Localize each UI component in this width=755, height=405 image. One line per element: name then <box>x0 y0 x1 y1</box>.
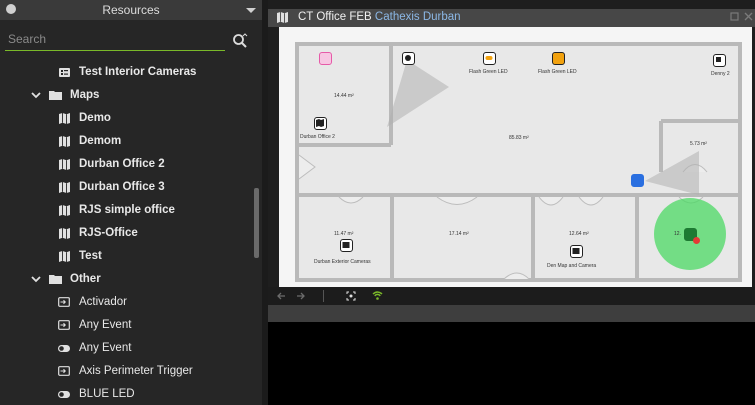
event-icon <box>57 318 71 332</box>
folder-icon <box>48 272 62 286</box>
search-input[interactable] <box>5 28 225 50</box>
tree-item-label: Activador <box>79 296 127 308</box>
map-icon <box>57 249 71 263</box>
camera-group-icon <box>57 65 71 79</box>
map-toolbar <box>268 287 755 305</box>
back-arrow-icon[interactable] <box>276 291 286 301</box>
tree-item-label: Durban Office 2 <box>79 158 165 170</box>
tree-item-map-rjs-simple-office[interactable]: RJS simple office <box>57 199 175 221</box>
room-area-label: 85.83 m² <box>509 135 529 141</box>
map-title: CT Office FEB <box>298 11 372 23</box>
close-icon[interactable] <box>744 12 753 21</box>
tree-item-label: Demom <box>79 135 122 147</box>
fit-to-screen-icon[interactable] <box>346 291 356 301</box>
tree-folder-other[interactable]: Other <box>30 268 101 290</box>
tree-item-any-event[interactable]: Any Event <box>57 314 131 336</box>
search-field[interactable] <box>5 28 225 51</box>
event-icon <box>57 364 71 378</box>
led-icon[interactable] <box>552 52 565 65</box>
resources-panel: Resources Test Interior Cameras Maps <box>0 0 262 405</box>
wifi-signal-icon[interactable] <box>372 290 383 301</box>
tree-item-map-durban-office-3[interactable]: Durban Office 3 <box>57 176 165 198</box>
chevron-down-icon[interactable] <box>30 89 42 101</box>
maximize-icon[interactable] <box>730 12 739 21</box>
camera-icon[interactable] <box>631 174 644 187</box>
video-panel-header <box>268 305 755 322</box>
tree-item-label: BLUE LED <box>79 388 135 400</box>
room-area-label: 11.47 m² <box>334 231 354 237</box>
device-label: Flash Green LED <box>469 69 508 75</box>
map-window-header: CT Office FEB Cathexis Durban <box>268 9 755 27</box>
map-icon <box>57 111 71 125</box>
resources-title: Resources <box>102 3 160 17</box>
alarm-badge-icon <box>693 237 700 244</box>
tree-item-label: Maps <box>70 89 100 101</box>
tree-item-label: Test <box>79 250 102 262</box>
camera-group-icon[interactable] <box>340 239 353 252</box>
video-panel[interactable] <box>268 322 755 405</box>
tree-item-map-durban-office-2[interactable]: Durban Office 2 <box>57 153 165 175</box>
tree-item-label: Any Event <box>79 319 132 331</box>
tree-item-test-interior-cameras[interactable]: Test Interior Cameras <box>57 61 196 83</box>
dome-camera-icon[interactable] <box>402 52 415 65</box>
toggle-icon <box>57 341 71 355</box>
chevron-down-icon[interactable] <box>30 273 42 285</box>
map-icon <box>57 226 71 240</box>
device-label: Flash Green LED <box>538 69 577 75</box>
device-label: Den Map and Camera <box>547 263 597 269</box>
room-area-label: 5.73 m² <box>690 141 707 147</box>
tree-item-map-demo[interactable]: Demo <box>57 107 111 129</box>
led-icon[interactable] <box>483 52 496 65</box>
forward-arrow-icon[interactable] <box>296 291 306 301</box>
search-icon[interactable] <box>232 33 248 49</box>
tree-item-label: Durban Office 3 <box>79 181 165 193</box>
tree-item-label: Any Event <box>79 342 132 354</box>
event-icon <box>57 295 71 309</box>
device-label: Durban Exterior Cameras <box>314 259 371 265</box>
tree-item-map-test[interactable]: Test <box>57 245 102 267</box>
tree-item-map-rjs-office[interactable]: RJS-Office <box>57 222 138 244</box>
map-icon <box>57 134 71 148</box>
tree-item-label: RJS simple office <box>79 204 175 216</box>
pink-led-icon[interactable] <box>319 52 332 65</box>
tree-item-activador[interactable]: Activador <box>57 291 127 313</box>
toggle-icon <box>57 387 71 401</box>
floor-plan-map[interactable]: 14.44 m² 85.83 m² 5.73 m² 11.47 m² 17.14… <box>279 27 752 287</box>
room-area-label: 14.44 m² <box>334 93 354 99</box>
folder-icon <box>48 88 62 102</box>
map-link-icon[interactable] <box>314 117 327 130</box>
map-subtitle: Cathexis Durban <box>374 11 461 23</box>
tree-item-label: Demo <box>79 112 111 124</box>
tree-item-map-demom[interactable]: Demom <box>57 130 121 152</box>
tree-item-blue-led[interactable]: BLUE LED <box>57 383 135 405</box>
toolbar-divider <box>323 290 324 302</box>
device-label: Denny 2 <box>711 71 730 77</box>
map-icon <box>57 157 71 171</box>
resources-header: Resources <box>0 0 262 20</box>
tree-item-any-event-toggle[interactable]: Any Event <box>57 337 131 359</box>
tree-item-axis-perimeter-trigger[interactable]: Axis Perimeter Trigger <box>57 360 193 382</box>
map-icon <box>277 12 288 23</box>
map-icon <box>57 180 71 194</box>
tree-item-label: Other <box>70 273 101 285</box>
room-area-label: 17.14 m² <box>449 231 469 237</box>
chevron-down-icon[interactable] <box>246 8 256 13</box>
printer-icon[interactable] <box>713 54 726 67</box>
camera-group-icon[interactable] <box>570 245 583 258</box>
device-label: Durban Office 2 <box>300 134 335 140</box>
room-area-label: 12. <box>674 231 681 237</box>
tree-item-label: RJS-Office <box>79 227 138 239</box>
map-icon <box>57 203 71 217</box>
room-area-label: 12.64 m² <box>569 231 589 237</box>
tree-folder-maps[interactable]: Maps <box>30 84 99 106</box>
tree-item-label: Axis Perimeter Trigger <box>79 365 193 377</box>
tree-item-label: Test Interior Cameras <box>79 66 197 78</box>
tree-scrollbar-thumb[interactable] <box>254 188 259 258</box>
